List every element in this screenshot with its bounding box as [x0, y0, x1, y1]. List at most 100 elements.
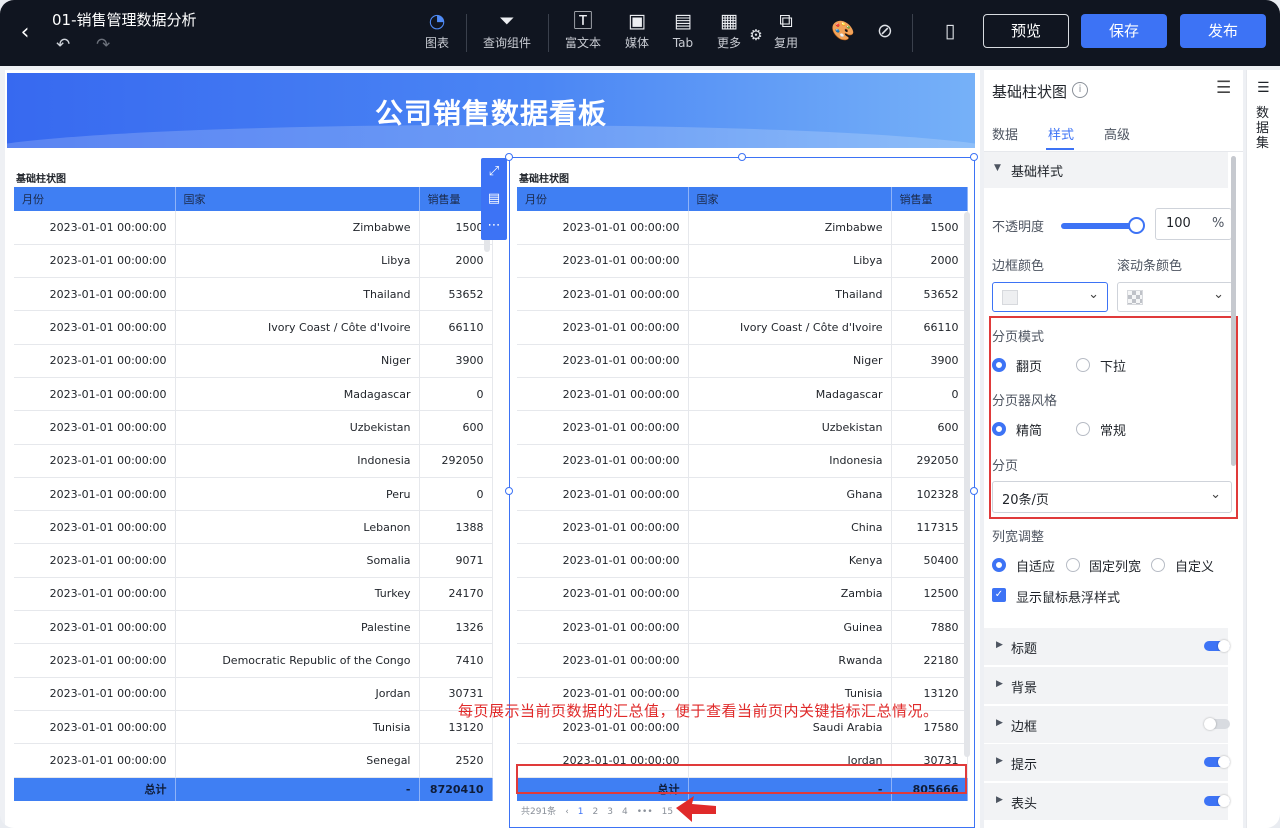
col-header-sales[interactable]: 销售量	[891, 187, 968, 211]
left-table-widget[interactable]: 基础柱状图 月份 国家 销售量 2023-01-01 00:00:00 Zimba…	[7, 160, 493, 825]
table-row[interactable]: 2023-01-01 00:00:00 Uzbekistan 600	[517, 410, 968, 445]
table-row[interactable]: 2023-01-01 00:00:00 Somalia 9071	[14, 543, 493, 578]
tab-advanced[interactable]: 高级	[1104, 124, 1130, 143]
table-row[interactable]: 2023-01-01 00:00:00 Uzbekistan 600	[14, 410, 493, 445]
page-size-select[interactable]: 20条/页 ⌄	[992, 481, 1232, 513]
table-row[interactable]: 2023-01-01 00:00:00 Madagascar 0	[14, 377, 493, 412]
section-title[interactable]: ▶ 标题	[984, 627, 1230, 665]
table-row[interactable]: 2023-01-01 00:00:00 Ivory Coast / Côte d'…	[517, 310, 968, 345]
table-row[interactable]: 2023-01-01 00:00:00 Zimbabwe 1500	[517, 211, 968, 245]
radio-page-flip[interactable]	[992, 358, 1006, 372]
table-row[interactable]: 2023-01-01 00:00:00 Thailand 53652	[517, 277, 968, 312]
tool-more[interactable]: ▦ 更多	[714, 8, 744, 58]
sliders-icon[interactable]: ⚙	[744, 22, 768, 48]
table-row[interactable]: 2023-01-01 00:00:00 Indonesia 292050	[517, 444, 968, 478]
border-color-select[interactable]: ⌄	[992, 282, 1108, 312]
publish-button[interactable]: 发布	[1180, 14, 1266, 48]
table-row[interactable]: 2023-01-01 00:00:00 Thailand 53652	[14, 277, 493, 312]
resize-handle[interactable]	[738, 153, 746, 161]
opacity-input[interactable]: 100 %	[1155, 208, 1232, 240]
col-header-month[interactable]: 月份	[517, 187, 689, 211]
radio-regular[interactable]	[1076, 422, 1090, 436]
pager-prev[interactable]: ‹	[565, 807, 569, 817]
table-row[interactable]: 2023-01-01 00:00:00 Indonesia 292050	[14, 444, 493, 478]
table-row[interactable]: 2023-01-01 00:00:00 Niger 3900	[14, 344, 493, 378]
pager-page[interactable]: 1	[578, 807, 584, 817]
tab-style[interactable]: 样式	[1048, 124, 1074, 143]
resize-handle[interactable]	[970, 487, 978, 495]
section-basic-style[interactable]: ▼ 基础样式	[984, 152, 1228, 188]
preview-button[interactable]: 预览	[983, 14, 1069, 48]
undo-icon[interactable]: ↶	[56, 35, 70, 55]
panel-menu-icon[interactable]: ☰	[1216, 78, 1231, 98]
table-row[interactable]: 2023-01-01 00:00:00 Niger 3900	[517, 344, 968, 378]
tool-richtext[interactable]: 🅃 富文本	[562, 8, 604, 58]
info-icon[interactable]: i	[1072, 82, 1088, 98]
col-header-country[interactable]: 国家	[688, 187, 892, 211]
table-row[interactable]: 2023-01-01 00:00:00 Rwanda 22180	[517, 643, 968, 678]
table-row[interactable]: 2023-01-01 00:00:00 Ghana 102328	[517, 477, 968, 512]
back-arrow-icon[interactable]: ‹	[14, 20, 36, 46]
table-row[interactable]: 2023-01-01 00:00:00 Senegal 2520	[14, 743, 493, 778]
scrollbar-color-select[interactable]: ⌄	[1117, 282, 1233, 312]
table-row[interactable]: 2023-01-01 00:00:00 Zambia 12500	[517, 577, 968, 612]
col-header-month[interactable]: 月份	[14, 187, 176, 211]
table-row[interactable]: 2023-01-01 00:00:00 Peru 0	[14, 477, 493, 512]
section-header[interactable]: ▶ 表头	[984, 782, 1230, 820]
tool-media[interactable]: ▣ 媒体	[621, 8, 653, 58]
section-border[interactable]: ▶ 边框	[984, 705, 1230, 743]
radio-compact[interactable]	[992, 422, 1006, 436]
header-toggle[interactable]	[1204, 795, 1230, 807]
table-row[interactable]: 2023-01-01 00:00:00 Kenya 50400	[517, 543, 968, 578]
pager-page[interactable]: 2	[593, 807, 599, 817]
expand-icon[interactable]: ⤢	[481, 158, 507, 185]
table-row[interactable]: 2023-01-01 00:00:00 Turkey 24170	[14, 577, 493, 612]
table-row[interactable]: 2023-01-01 00:00:00 China 117315	[517, 510, 968, 545]
table-row[interactable]: 2023-01-01 00:00:00 Libya 2000	[517, 244, 968, 279]
radio-dropdown-scroll[interactable]	[1076, 358, 1090, 372]
tab-data[interactable]: 数据	[992, 124, 1018, 143]
resize-handle[interactable]	[970, 153, 978, 161]
table-row[interactable]: 2023-01-01 00:00:00 Ivory Coast / Côte d'…	[14, 310, 493, 345]
save-button[interactable]: 保存	[1081, 14, 1167, 48]
table-row[interactable]: 2023-01-01 00:00:00 Palestine 1326	[14, 610, 493, 645]
border-toggle[interactable]	[1204, 718, 1230, 730]
pager-page[interactable]: 3	[607, 807, 613, 817]
table-row[interactable]: 2023-01-01 00:00:00 Madagascar 0	[517, 377, 968, 412]
palette-icon[interactable]: 🎨	[831, 18, 855, 44]
tool-tab[interactable]: ▤ Tab	[668, 8, 698, 58]
tool-chart[interactable]: ◔ 图表	[421, 8, 453, 58]
title-toggle[interactable]	[1204, 640, 1230, 652]
more-dots-icon[interactable]: ⋯	[481, 212, 507, 239]
dashboard-canvas[interactable]: 公司销售数据看板 基础柱状图 月份 国家 销售量 2023-01-01 00:0…	[5, 70, 980, 828]
tool-query[interactable]: ⏷ 查询组件	[479, 8, 535, 58]
table-row[interactable]: 2023-01-01 00:00:00 Lebanon 1388	[14, 510, 493, 545]
tooltip-toggle[interactable]	[1204, 756, 1230, 768]
right-table-scrollbar[interactable]	[964, 212, 970, 757]
section-tooltip[interactable]: ▶ 提示	[984, 743, 1230, 781]
radio-fixed-width[interactable]	[1066, 558, 1080, 572]
pager-ellipsis[interactable]: •••	[637, 807, 653, 817]
document-icon[interactable]: ▤	[481, 185, 507, 212]
dataset-sidebar[interactable]: ☰ 数据集	[1246, 70, 1280, 828]
mobile-icon[interactable]: ▯	[938, 18, 962, 44]
table-row[interactable]: 2023-01-01 00:00:00 Zimbabwe 1500	[14, 211, 493, 245]
tool-reuse[interactable]: ⧉ 复用	[770, 8, 802, 58]
table-row[interactable]: 2023-01-01 00:00:00 Libya 2000	[14, 244, 493, 279]
pager-page[interactable]: 4	[622, 807, 628, 817]
table-row[interactable]: 2023-01-01 00:00:00 Guinea 7880	[517, 610, 968, 645]
table-row[interactable]: 2023-01-01 00:00:00 Tunisia 13120	[14, 710, 493, 745]
panel-scrollbar[interactable]	[1231, 156, 1236, 466]
section-background[interactable]: ▶ 背景	[984, 666, 1228, 704]
redo-icon[interactable]: ↷	[96, 35, 110, 55]
opacity-slider-handle[interactable]	[1128, 217, 1145, 234]
right-table-widget[interactable]: 基础柱状图 月份 国家 销售量 2023-01-01 00:00:00 Zimba…	[510, 160, 975, 825]
resize-handle[interactable]	[505, 153, 513, 161]
col-header-country[interactable]: 国家	[175, 187, 420, 211]
table-row[interactable]: 2023-01-01 00:00:00 Democratic Republic o…	[14, 643, 493, 678]
resize-handle[interactable]	[505, 487, 513, 495]
radio-custom-width[interactable]	[1151, 558, 1165, 572]
eye-off-icon[interactable]: ⊘	[873, 18, 897, 44]
radio-auto-width[interactable]	[992, 558, 1006, 572]
table-row[interactable]: 2023-01-01 00:00:00 Jordan 30731	[14, 677, 493, 711]
